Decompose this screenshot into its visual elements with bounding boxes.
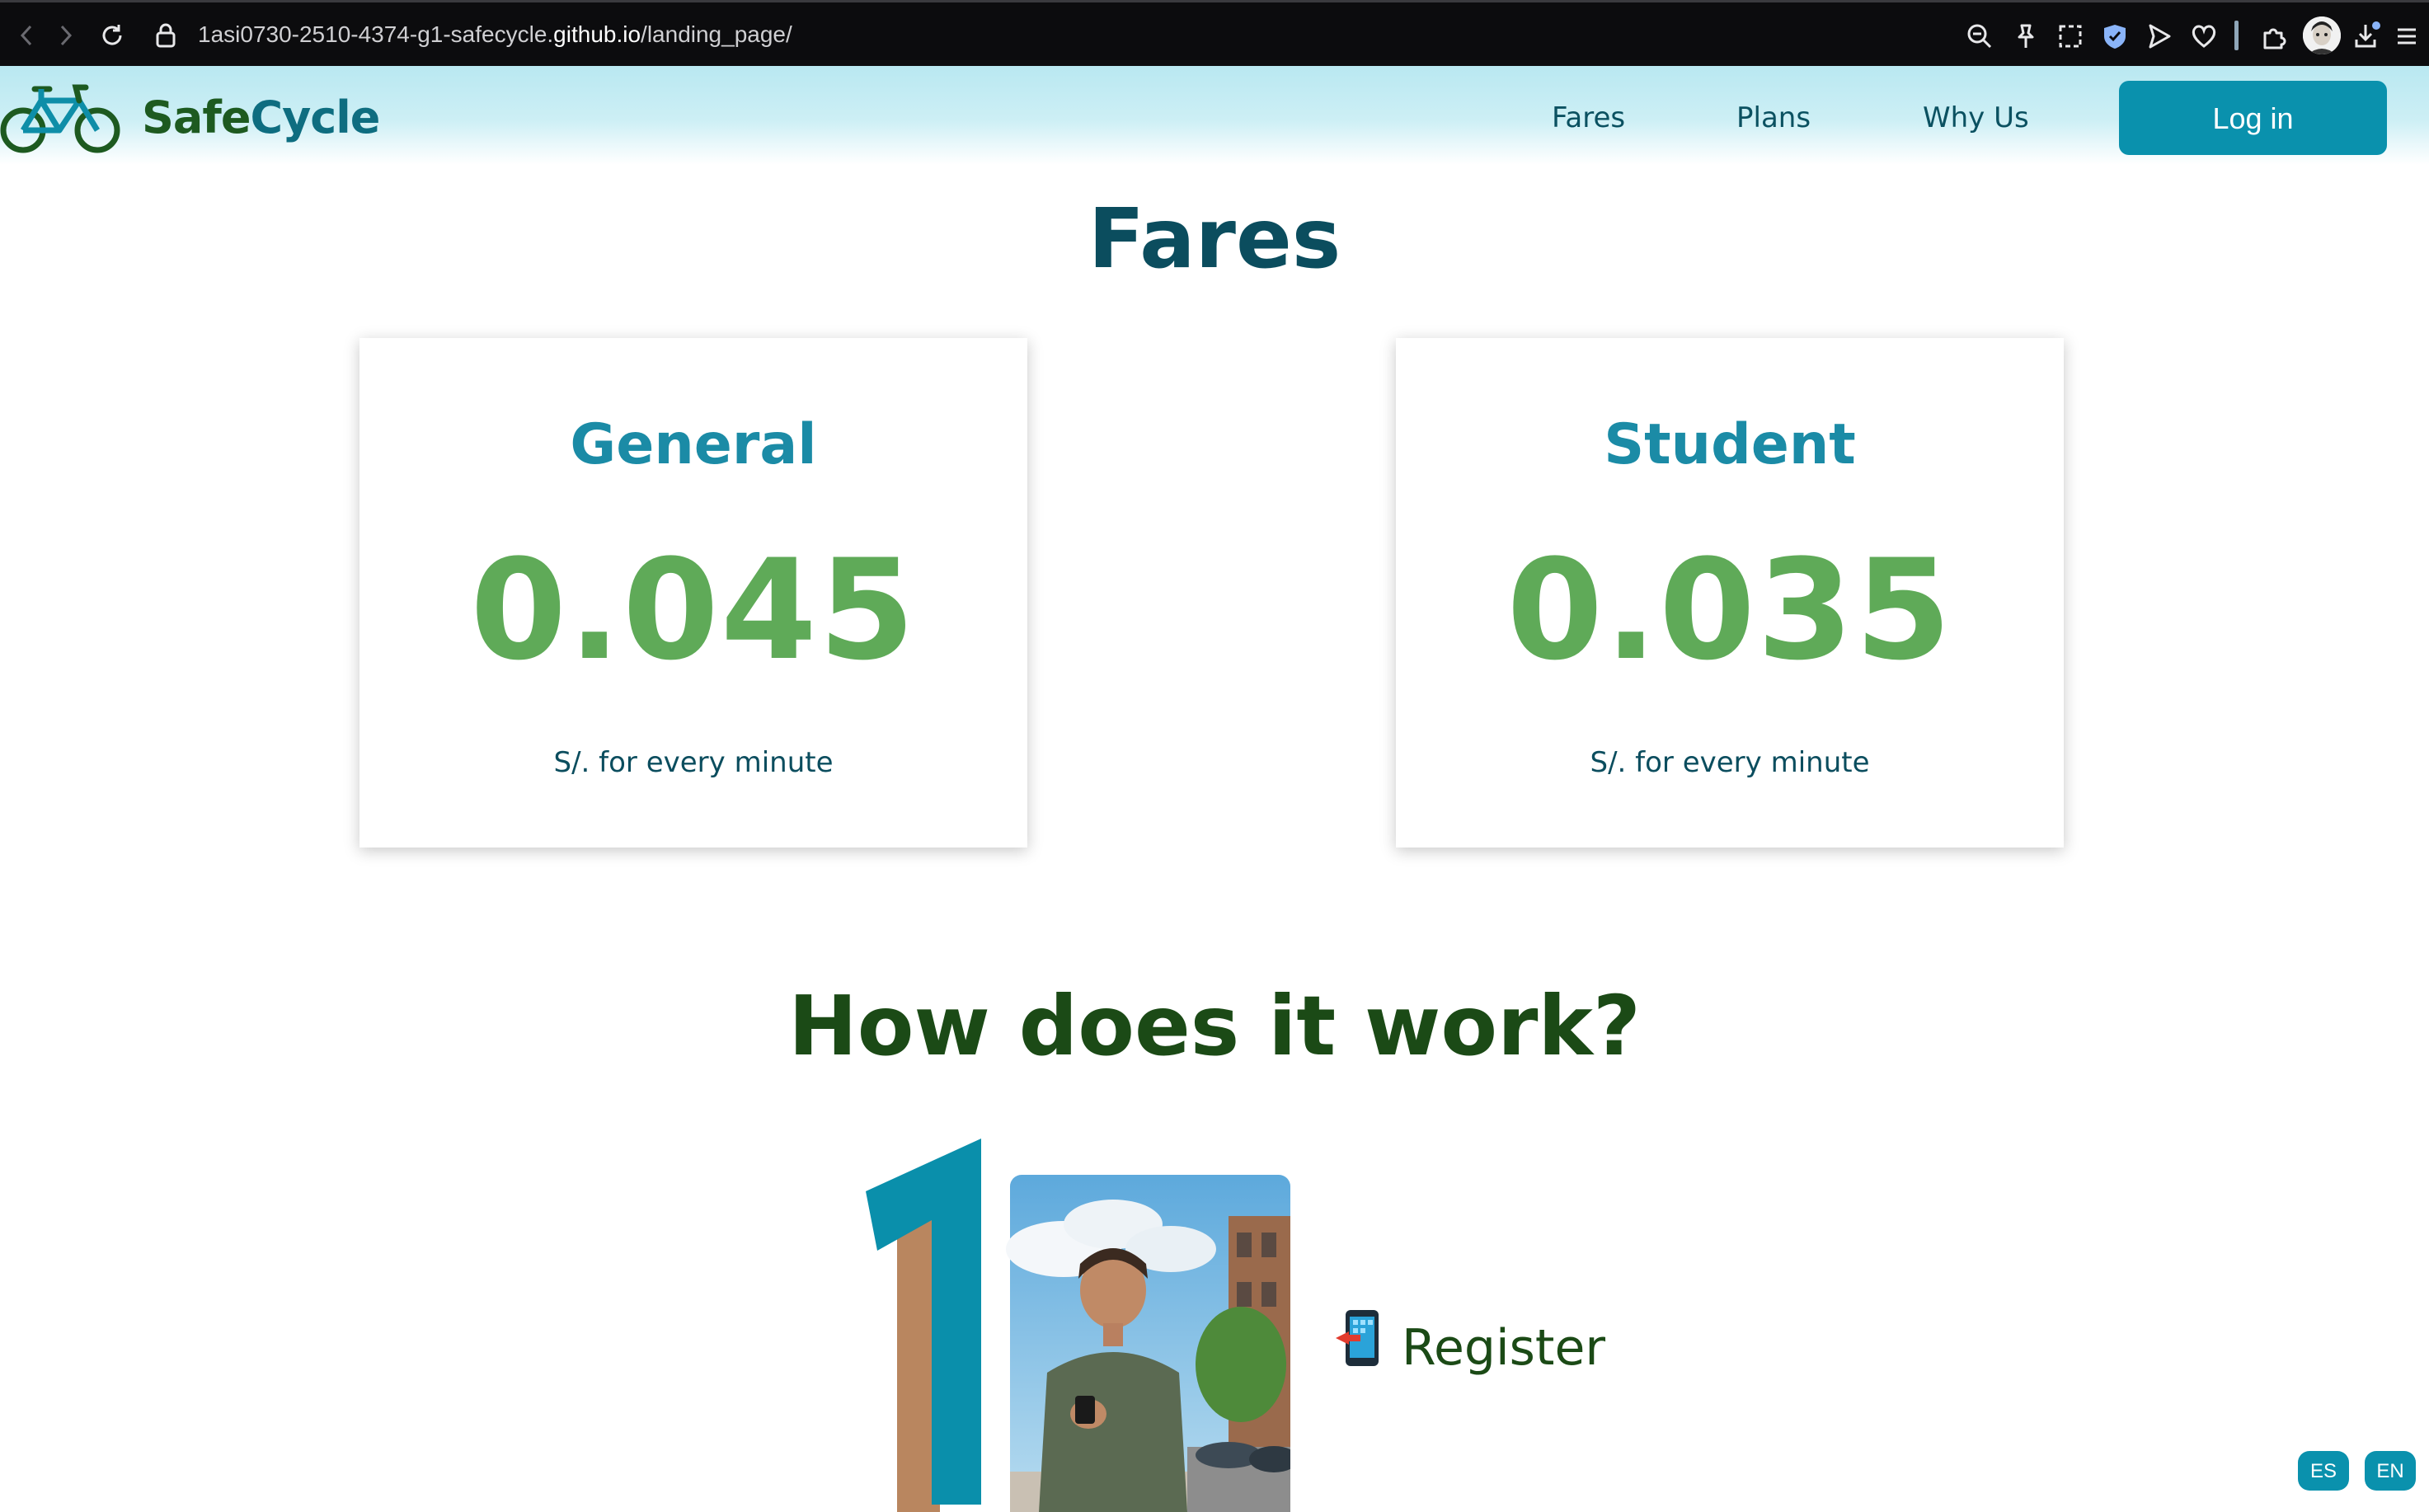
fare-card-title: Student	[1604, 412, 1856, 477]
fare-card-title: General	[570, 412, 817, 477]
how-it-works-title: How does it work?	[788, 978, 1641, 1074]
url-path: /landing_page/	[641, 21, 792, 47]
brand-name-part2: Cycle	[250, 92, 380, 143]
mobile-phone-arrow-icon	[1336, 1307, 1385, 1390]
profile-avatar[interactable]	[2303, 16, 2341, 54]
download-icon[interactable]	[2351, 19, 2383, 52]
screenshot-icon[interactable]	[2055, 21, 2086, 52]
reload-icon[interactable]	[96, 19, 129, 52]
brand-name[interactable]: SafeCycle	[142, 81, 380, 155]
forward-icon[interactable]	[51, 21, 81, 50]
zoom-out-icon[interactable]	[1964, 21, 1995, 52]
browser-toolbar: 1asi0730-2510-4374-g1-safecycle.github.i…	[0, 0, 2429, 66]
url-prefix: 1asi0730-2510-4374-g1-safecycle.	[198, 21, 554, 47]
pin-icon[interactable]	[2010, 21, 2041, 52]
language-en-button[interactable]: EN	[2365, 1451, 2416, 1491]
fare-card-unit: S/. for every minute	[553, 746, 834, 779]
back-icon[interactable]	[12, 21, 41, 50]
address-bar[interactable]: 1asi0730-2510-4374-g1-safecycle.github.i…	[198, 2, 792, 66]
shield-check-icon[interactable]	[2099, 21, 2131, 52]
heart-icon[interactable]	[2188, 21, 2220, 52]
fares-title: Fares	[1088, 190, 1341, 287]
lock-icon[interactable]	[150, 19, 181, 52]
url-host: github.io	[553, 21, 641, 47]
step-1: Register	[1336, 1309, 1606, 1385]
extensions-icon[interactable]	[2258, 21, 2289, 52]
fare-card-unit: S/. for every minute	[1590, 746, 1870, 779]
nav-link-why-us[interactable]: Why Us	[1923, 93, 2029, 143]
menu-icon[interactable]	[2391, 21, 2422, 52]
step-1-label: Register	[1402, 1319, 1606, 1377]
fare-card-price: 0.045	[470, 529, 917, 691]
fare-card-price: 0.035	[1506, 529, 1953, 691]
nav-link-plans[interactable]: Plans	[1736, 93, 1811, 143]
bicycle-logo-icon[interactable]	[0, 76, 125, 162]
nav-link-fares[interactable]: Fares	[1552, 93, 1625, 143]
brand-name-part1: Safe	[142, 92, 251, 143]
step-1-image	[841, 1125, 1290, 1512]
fare-card-general: General 0.045 S/. for every minute	[359, 338, 1027, 848]
language-es-button[interactable]: ES	[2298, 1451, 2349, 1491]
login-button[interactable]: Log in	[2119, 81, 2387, 155]
fare-card-student: Student 0.035 S/. for every minute	[1396, 338, 2064, 848]
toolbar-divider	[2234, 21, 2239, 50]
send-icon[interactable]	[2144, 21, 2175, 52]
